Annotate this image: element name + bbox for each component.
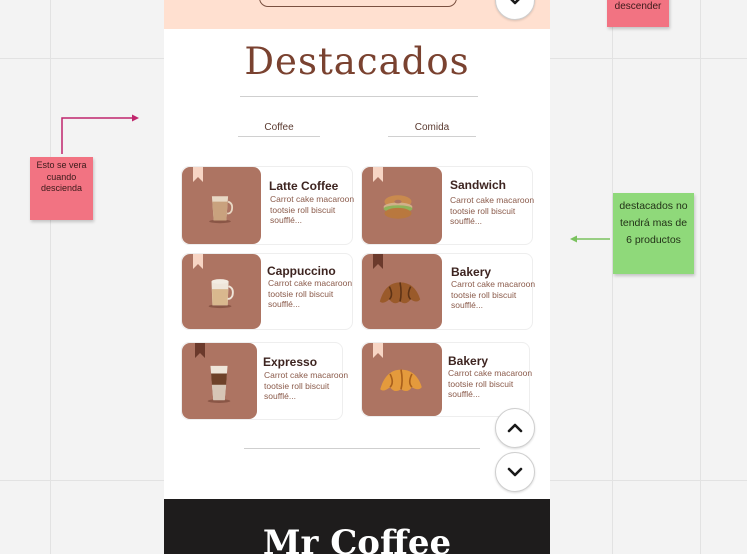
section-title: Destacados — [244, 40, 470, 83]
iced-coffee-icon — [207, 365, 231, 403]
canvas-gridline — [50, 0, 51, 554]
product-card[interactable]: Bakery Carrot cake macaroon tootsie roll… — [361, 342, 532, 417]
chevron-up-icon — [507, 423, 523, 433]
scroll-up-button[interactable] — [495, 408, 535, 448]
bookmark-icon[interactable] — [193, 167, 203, 182]
canvas-gridline — [700, 0, 701, 554]
product-card[interactable]: Bakery Carrot cake macaroon tootsie roll… — [361, 253, 535, 330]
mobile-page-mockup: Destacados Coffee Comida Latte Coffee Ca… — [164, 0, 550, 554]
chevron-down-icon — [507, 467, 523, 477]
product-name: Sandwich — [450, 178, 507, 192]
note-text: Esto se vera cuando descienda — [36, 160, 87, 193]
bookmark-icon[interactable] — [373, 343, 383, 358]
search-bar[interactable] — [259, 0, 457, 7]
tab-comida[interactable]: Comida — [388, 122, 476, 133]
arrow-connector — [61, 114, 139, 154]
product-card[interactable]: Cappuccino Carrot cake macaroon tootsie … — [181, 253, 353, 330]
product-name: Bakery — [451, 265, 492, 279]
title-divider — [240, 96, 478, 97]
product-name: Expresso — [263, 355, 318, 369]
product-description: Carrot cake macaroon tootsie roll biscui… — [451, 279, 536, 310]
sticky-note-descender: descender — [607, 0, 669, 27]
bookmark-icon[interactable] — [195, 343, 205, 358]
cappuccino-icon — [208, 279, 234, 309]
tab-label: Coffee — [264, 122, 294, 133]
bookmark-icon[interactable] — [373, 167, 383, 182]
arrow-connector — [570, 235, 610, 243]
sticky-note-max-products: destacados no tendrá mas de 6 productos — [613, 193, 694, 274]
tab-coffee[interactable]: Coffee — [238, 122, 320, 133]
product-name: Bakery — [448, 354, 489, 368]
product-description: Carrot cake macaroon tootsie roll biscui… — [270, 194, 355, 225]
canvas-gridline — [612, 0, 613, 554]
product-description: Carrot cake macaroon tootsie roll biscui… — [268, 278, 353, 309]
footer: Mr Coffee — [164, 499, 550, 554]
product-name: Latte Coffee — [269, 179, 339, 193]
footer-title: Mr Coffee — [262, 523, 452, 554]
product-description: Carrot cake macaroon tootsie roll biscui… — [264, 370, 349, 401]
product-description: Carrot cake macaroon tootsie roll biscui… — [450, 195, 535, 226]
product-description: Carrot cake macaroon tootsie roll biscui… — [448, 368, 533, 399]
scroll-down-button[interactable] — [495, 452, 535, 492]
tab-label: Comida — [414, 122, 450, 133]
note-text: descender — [614, 1, 662, 12]
product-name: Cappuccino — [267, 264, 336, 278]
note-text: destacados no tendrá mas de 6 productos — [619, 200, 688, 246]
product-card[interactable]: Sandwich Carrot cake macaroon tootsie ro… — [361, 166, 535, 245]
product-card[interactable]: Expresso Carrot cake macaroon tootsie ro… — [181, 342, 348, 420]
chevron-down-icon — [510, 0, 520, 5]
bagel-sandwich-icon — [383, 195, 413, 219]
section-divider — [244, 448, 480, 449]
bookmark-icon[interactable] — [373, 254, 383, 269]
bookmark-icon[interactable] — [193, 254, 203, 269]
product-card[interactable]: Latte Coffee Carrot cake macaroon tootsi… — [181, 166, 355, 245]
croissant-icon — [380, 369, 422, 391]
sticky-note-scroll: Esto se vera cuando descienda — [30, 157, 93, 220]
croissant-icon — [379, 282, 421, 304]
tab-underline — [388, 136, 476, 137]
tab-underline — [238, 136, 320, 137]
latte-icon — [209, 196, 234, 224]
